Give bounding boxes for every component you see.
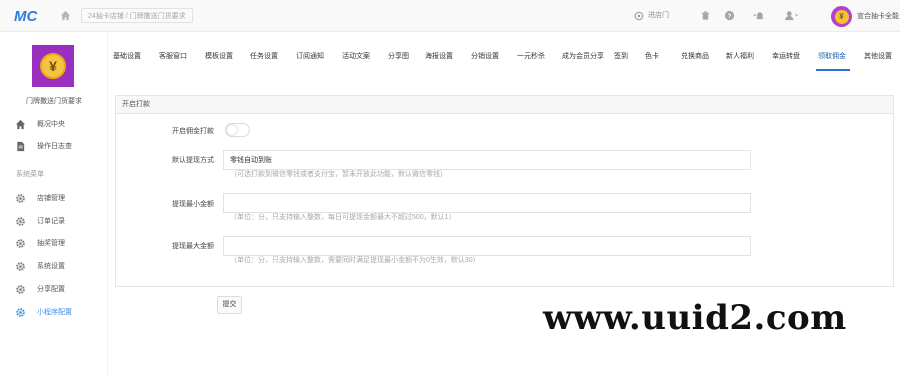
field-label-withdraw-method: 默认提现方式 bbox=[172, 157, 214, 164]
shop-logo: ¥ bbox=[32, 45, 74, 87]
tab-other[interactable]: 其他设置 bbox=[864, 51, 892, 61]
gear-icon bbox=[15, 238, 26, 249]
tab-copywriting[interactable]: 活动文案 bbox=[342, 51, 370, 61]
trash-icon[interactable] bbox=[700, 10, 712, 22]
sidebar: ¥ 门牌撒送门货要求 概况中央 操作日志查 系统菜单 店铺管理 订单记录 抽奖管… bbox=[0, 32, 108, 375]
max-amount-input[interactable] bbox=[224, 237, 750, 255]
tab-subscribe[interactable]: 订阅通知 bbox=[296, 51, 324, 61]
gear-icon bbox=[15, 261, 26, 272]
sidebar-item-label: 操作日志查 bbox=[37, 143, 72, 150]
sidebar-item-label: 分享配置 bbox=[37, 286, 65, 293]
tab-commission[interactable]: 领取佣金 bbox=[818, 51, 846, 61]
sidebar-item-label: 抽奖管理 bbox=[37, 240, 65, 247]
tab-color-card[interactable]: 色卡 bbox=[645, 51, 659, 61]
tab-wheel[interactable]: 幸运转盘 bbox=[772, 51, 800, 61]
sidebar-item-miniprogram[interactable]: 小程序配置 bbox=[0, 303, 108, 321]
field-label-min-amount: 提现最小金额 bbox=[172, 201, 214, 208]
user-avatar[interactable]: ¥ bbox=[831, 6, 852, 27]
sidebar-item-label: 店铺管理 bbox=[37, 195, 65, 202]
svg-text:?: ? bbox=[728, 13, 732, 20]
store-link[interactable]: 进店门 bbox=[634, 10, 669, 22]
home-icon bbox=[15, 119, 26, 130]
tab-share-image[interactable]: 分享图 bbox=[388, 51, 409, 61]
tab-distribution[interactable]: 分销设置 bbox=[471, 51, 499, 61]
gear-icon bbox=[15, 216, 26, 227]
breadcrumb[interactable]: 24抽卡店铺 / 门牌撒送门货要求 bbox=[81, 8, 193, 23]
sidebar-item-lottery[interactable]: 抽奖管理 bbox=[0, 234, 108, 252]
home-icon[interactable] bbox=[60, 10, 71, 21]
bell-icon[interactable] bbox=[752, 10, 764, 22]
toggle-label: 开启佣金打款 bbox=[172, 128, 214, 135]
withdraw-method-field[interactable] bbox=[223, 150, 751, 170]
app-logo[interactable]: MC bbox=[14, 7, 40, 25]
sidebar-section-title: 系统菜单 bbox=[16, 171, 44, 178]
sidebar-item-label: 订单记录 bbox=[37, 218, 65, 225]
sidebar-item-label: 概况中央 bbox=[37, 121, 65, 128]
gear-icon bbox=[15, 193, 26, 204]
gear-icon bbox=[15, 284, 26, 295]
sidebar-item-store-manage[interactable]: 店铺管理 bbox=[0, 189, 108, 207]
store-icon bbox=[634, 11, 644, 21]
withdraw-method-input[interactable] bbox=[224, 151, 750, 169]
sidebar-item-label: 系统设置 bbox=[37, 263, 65, 270]
gear-icon bbox=[15, 307, 26, 318]
sidebar-item-system[interactable]: 系统设置 bbox=[0, 257, 108, 275]
tab-flash-sale[interactable]: 一元秒杀 bbox=[517, 51, 545, 61]
tab-newcomer[interactable]: 新人福利 bbox=[726, 51, 754, 61]
sidebar-item-orders[interactable]: 订单记录 bbox=[0, 212, 108, 230]
tab-service[interactable]: 客服窗口 bbox=[159, 51, 187, 61]
min-amount-input[interactable] bbox=[224, 194, 750, 212]
field-hint: （单位：分，只支持输入整数，需要同时满足提现最小金额不为0生效，默认30） bbox=[230, 257, 480, 264]
min-amount-field[interactable] bbox=[223, 193, 751, 213]
tab-template[interactable]: 模板设置 bbox=[205, 51, 233, 61]
tab-exchange[interactable]: 兑换商品 bbox=[681, 51, 709, 61]
active-tab-indicator bbox=[816, 69, 850, 71]
sidebar-item-log[interactable]: 操作日志查 bbox=[0, 137, 108, 155]
toggle-knob bbox=[227, 125, 237, 135]
store-link-label: 进店门 bbox=[648, 12, 669, 19]
svg-text:MC: MC bbox=[14, 8, 38, 24]
payout-toggle[interactable] bbox=[225, 123, 250, 137]
shop-name: 门牌撒送门货要求 bbox=[26, 98, 82, 105]
field-label-max-amount: 提现最大金额 bbox=[172, 243, 214, 250]
sidebar-item-overview[interactable]: 概况中央 bbox=[0, 115, 108, 133]
tab-task[interactable]: 任务设置 bbox=[250, 51, 278, 61]
field-hint: （可选打款到微信零钱或者支付宝，暂未开放此功能，默认微信零钱） bbox=[230, 171, 447, 178]
submit-button[interactable]: 提交 bbox=[217, 296, 242, 314]
user-icon[interactable] bbox=[784, 10, 800, 22]
document-icon bbox=[15, 141, 26, 152]
tab-poster[interactable]: 海报设置 bbox=[425, 51, 453, 61]
top-header: MC 24抽卡店铺 / 门牌撒送门货要求 进店门 ? ¥ 宣合抽卡全能 bbox=[0, 0, 900, 32]
sidebar-item-share[interactable]: 分享配置 bbox=[0, 280, 108, 298]
sidebar-item-label: 小程序配置 bbox=[37, 309, 72, 316]
field-hint: （单位：分，只支持输入整数，每日可提现金额最大不超过500，默认1） bbox=[230, 214, 456, 221]
tab-member[interactable]: 成为会员分享 bbox=[562, 51, 604, 61]
tab-basic[interactable]: 基础设置 bbox=[113, 51, 141, 61]
max-amount-field[interactable] bbox=[223, 236, 751, 256]
tab-checkin[interactable]: 签到 bbox=[614, 51, 628, 61]
watermark: www.uuid2.com bbox=[543, 298, 847, 338]
panel-title: 开启打款 bbox=[116, 96, 893, 114]
settings-tabs: 基础设置 客服窗口 模板设置 任务设置 订阅通知 活动文案 分享图 海报设置 分… bbox=[108, 32, 900, 74]
user-name[interactable]: 宣合抽卡全能 bbox=[857, 11, 900, 21]
help-icon[interactable]: ? bbox=[724, 10, 736, 22]
